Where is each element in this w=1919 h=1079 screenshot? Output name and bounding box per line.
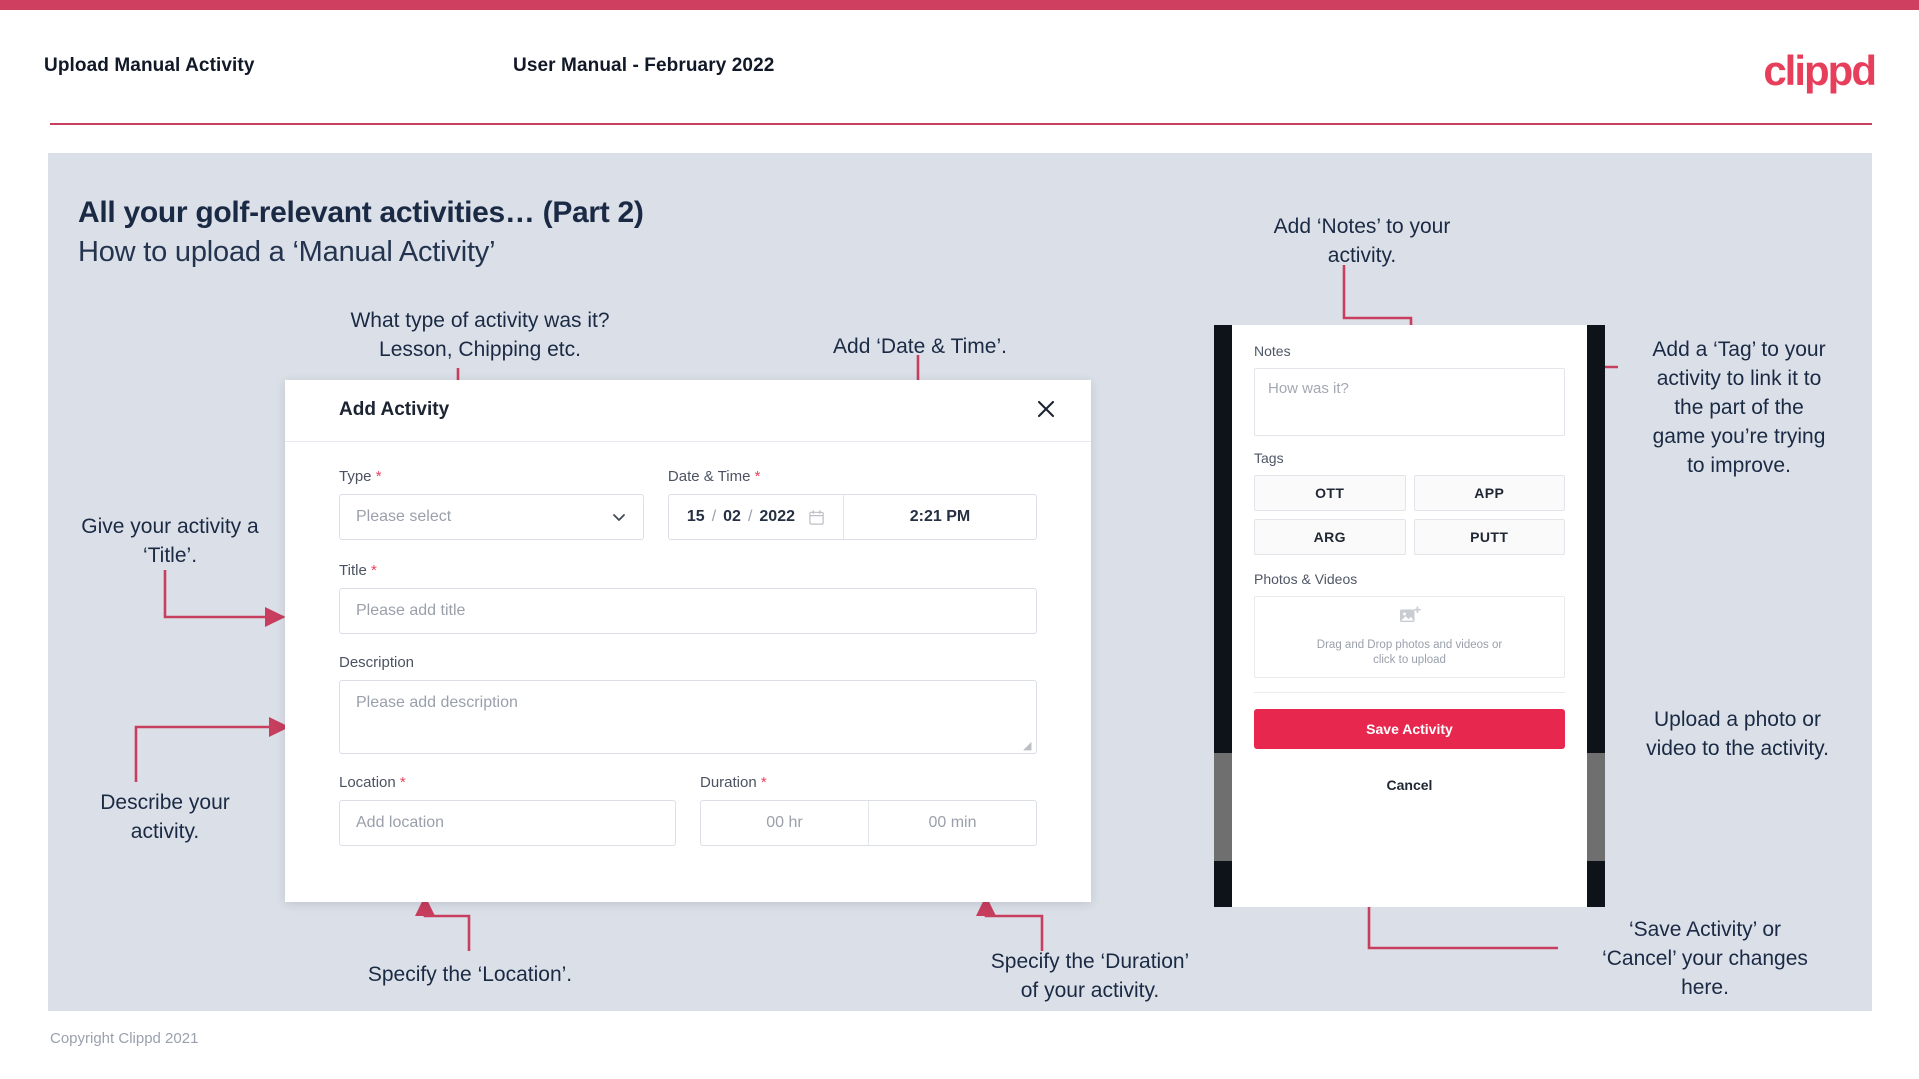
close-icon[interactable] [1029, 392, 1063, 426]
date-input[interactable]: 15 / 02 / 2022 [669, 495, 844, 539]
location-required-mark: * [399, 774, 406, 791]
phone-bezel-right [1587, 325, 1605, 907]
row-type-datetime: Type * Please select Date & Time * 15 / … [339, 468, 1037, 540]
scrollbar-left[interactable] [1214, 753, 1232, 861]
description-label-text: Description [339, 654, 415, 671]
annotation-duration: Specify the ‘Duration’ of your activity. [990, 950, 1190, 1002]
duration-required-mark: * [760, 774, 767, 791]
calendar-icon[interactable] [808, 509, 825, 526]
photos-label: Photos & Videos [1254, 571, 1358, 587]
phone-content: Notes How was it? Tags OTT APP ARG PUTT … [1232, 325, 1587, 793]
field-title: Title * Please add title [339, 562, 1037, 634]
date-month: 02 [723, 508, 741, 525]
scrollbar-right[interactable] [1587, 753, 1605, 861]
annotation-tag: Add a ‘Tag’ to your activity to link it t… [1652, 338, 1826, 477]
dropzone-line-1: Drag and Drop photos and videos or [1316, 639, 1503, 651]
annotation-date-time: Add ‘Date & Time’. [833, 335, 1007, 358]
annotation-save-cancel: ‘Save Activity’ or ‘Cancel’ your changes h… [1602, 918, 1808, 999]
type-placeholder: Please select [356, 508, 452, 525]
header-divider [50, 123, 1872, 125]
slide-subtitle: How to upload a ‘Manual Activity’ [78, 236, 496, 268]
date-day: 15 [686, 508, 705, 525]
chevron-down-icon [611, 509, 627, 525]
duration-control: 00 hr 00 min [700, 800, 1037, 846]
resize-grip-icon[interactable]: ◢ [1023, 741, 1033, 752]
date-year: 2022 [759, 508, 795, 525]
annotation-location: Specify the ‘Location’. [367, 963, 573, 986]
type-required-mark: * [375, 468, 382, 485]
title-label: Title * [339, 562, 1037, 579]
tag-putt[interactable]: PUTT [1413, 519, 1565, 555]
datetime-required-mark: * [754, 468, 761, 485]
header-subtitle: User Manual - February 2022 [513, 55, 775, 76]
location-label: Location * [339, 774, 676, 791]
notes-label: Notes [1254, 343, 1291, 359]
cancel-button[interactable]: Cancel [1254, 777, 1565, 793]
location-input[interactable]: Add location [339, 800, 676, 846]
annotation-type: What type of activity was it? Lesson, Chi… [350, 309, 610, 361]
tag-arg[interactable]: ARG [1254, 519, 1406, 555]
slide-page: Upload Manual Activity User Manual - Feb… [0, 0, 1919, 1079]
datetime-label-text: Date & Time [667, 468, 751, 485]
date-sep-1: / [711, 508, 717, 525]
save-activity-button[interactable]: Save Activity [1254, 709, 1565, 749]
phone-bezel-left [1214, 325, 1232, 907]
duration-hours-input[interactable]: 00 hr [701, 801, 869, 845]
time-input[interactable]: 2:21 PM [844, 495, 1036, 539]
notes-textarea[interactable]: How was it? [1254, 368, 1565, 436]
top-accent-bar [0, 0, 1919, 10]
datetime-control: 15 / 02 / 2022 2:21 PM [667, 494, 1037, 540]
duration-label: Duration * [700, 774, 1037, 791]
header-title: Upload Manual Activity [44, 55, 255, 76]
field-location: Location * Add location [339, 774, 676, 846]
tag-ott[interactable]: OTT [1254, 475, 1406, 511]
description-placeholder: Please add description [356, 694, 518, 711]
field-description: Description Please add description ◢ [339, 654, 1037, 754]
modal-title: Add Activity [339, 399, 450, 420]
tag-app[interactable]: APP [1413, 475, 1565, 511]
duration-minutes-input[interactable]: 00 min [869, 801, 1036, 845]
tags-grid: OTT APP ARG PUTT [1254, 475, 1565, 555]
title-required-mark: * [370, 562, 377, 579]
modal-header: Add Activity [285, 380, 1091, 442]
dropzone-text: Drag and Drop photos and videos or click… [1317, 638, 1502, 668]
footer-copyright: Copyright Clippd 2021 [50, 1030, 199, 1047]
modal-body: Type * Please select Date & Time * 15 / … [285, 442, 1091, 846]
annotation-upload: Upload a photo or video to the activity. [1646, 708, 1829, 760]
slide-title: All your golf-relevant activities… (Part… [78, 196, 644, 229]
description-label: Description [339, 654, 1037, 671]
photo-dropzone[interactable]: Drag and Drop photos and videos or click… [1254, 596, 1565, 678]
field-type: Type * Please select [339, 468, 644, 540]
phone-screen: Notes How was it? Tags OTT APP ARG PUTT … [1232, 325, 1587, 907]
clippd-logo: clippd [1763, 47, 1877, 94]
date-sep-2: / [747, 508, 753, 525]
description-textarea[interactable]: Please add description ◢ [339, 680, 1037, 754]
type-label: Type * [339, 468, 644, 485]
add-image-icon [1399, 606, 1421, 631]
title-label-text: Title [339, 562, 367, 579]
annotation-description: Describe your activity. [100, 791, 230, 843]
title-input[interactable]: Please add title [339, 588, 1037, 634]
phone-mockup: Notes How was it? Tags OTT APP ARG PUTT … [1214, 325, 1605, 907]
annotation-title: Give your activity a ‘Title’. [81, 515, 259, 567]
add-activity-modal: Add Activity Type * Please select Date &… [285, 380, 1091, 902]
datetime-label: Date & Time * [668, 468, 1037, 485]
tags-label: Tags [1254, 450, 1284, 466]
phone-divider [1254, 692, 1565, 693]
page-header: Upload Manual Activity User Manual - Feb… [0, 10, 1919, 123]
dropzone-line-2: click to upload [1373, 654, 1446, 666]
field-duration: Duration * 00 hr 00 min [700, 774, 1037, 846]
row-location-duration: Location * Add location Duration * 00 hr… [339, 774, 1037, 846]
type-select[interactable]: Please select [339, 494, 644, 540]
duration-label-text: Duration [700, 774, 757, 791]
type-label-text: Type [339, 468, 372, 485]
annotation-notes: Add ‘Notes’ to your activity. [1273, 215, 1451, 267]
field-datetime: Date & Time * 15 / 02 / 2022 2:21 PM [667, 468, 1037, 540]
location-label-text: Location [339, 774, 396, 791]
